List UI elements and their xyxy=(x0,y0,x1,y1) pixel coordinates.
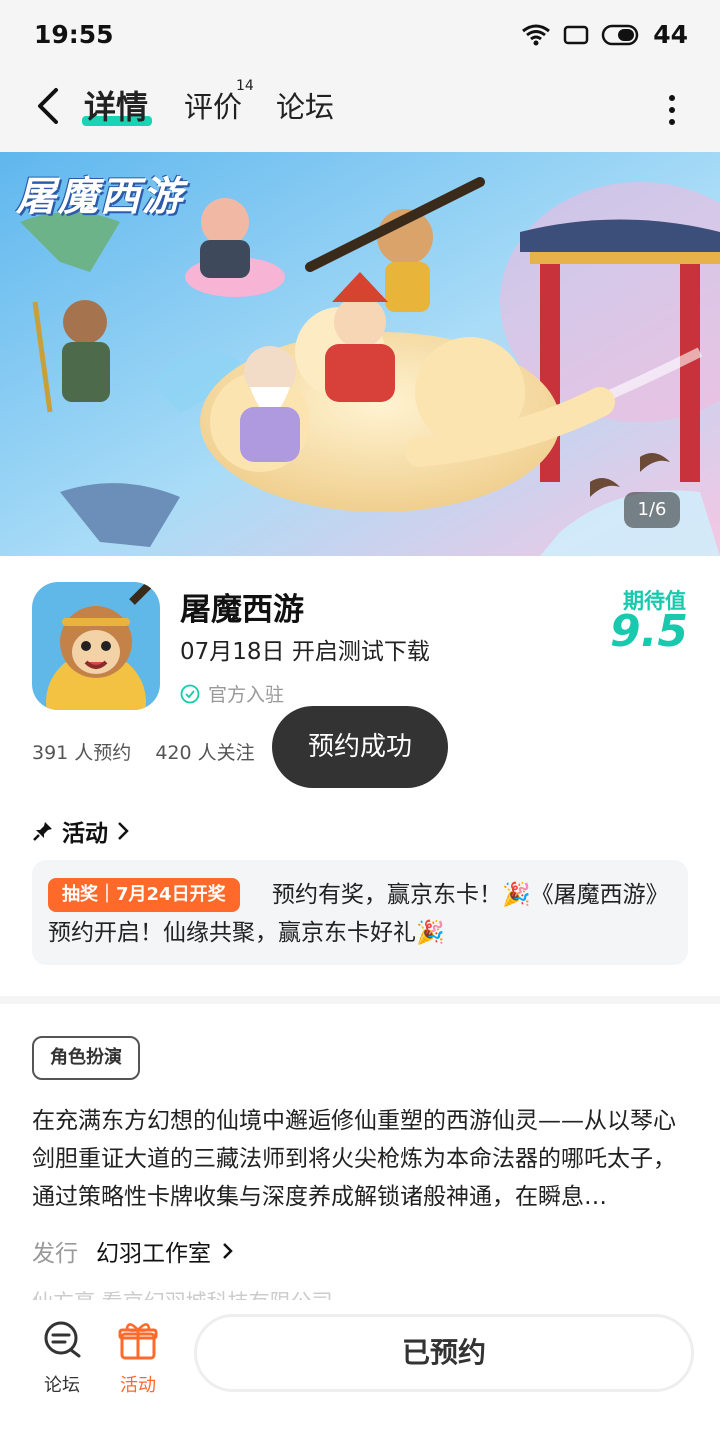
reservation-count: 391 人预约 xyxy=(32,742,132,764)
verified-badge: 官方入驻 xyxy=(180,680,284,707)
publisher-row[interactable]: 发行 幻羽工作室 xyxy=(32,1234,237,1268)
tab-forum[interactable]: 论坛 xyxy=(276,84,334,126)
genre-tag[interactable]: 角色扮演 xyxy=(32,1036,140,1080)
lottery-tag: 抽奖｜7月24日开奖 xyxy=(48,878,240,912)
top-nav: 详情 评价 14 论坛 xyxy=(0,70,720,152)
activity-card[interactable]: 预约有奖，赢京东卡！🎉《屠魔西游》预约开启！仙缘共聚，赢京东卡好礼🎉 抽奖｜7月… xyxy=(32,860,688,965)
verified-check-icon xyxy=(180,684,200,703)
activity-button[interactable]: 活动 xyxy=(103,1320,173,1397)
success-toast: 预约成功 xyxy=(272,706,448,788)
app-stats: 391 人预约 420 人关注 xyxy=(32,738,255,765)
more-vertical-icon[interactable] xyxy=(662,90,682,130)
pin-icon xyxy=(33,822,52,841)
status-time: 19:55 xyxy=(34,20,114,49)
battery-level: 44 xyxy=(653,20,688,49)
forum-button[interactable]: 论坛 xyxy=(27,1320,97,1397)
bottom-action-bar: 论坛 活动 已预约 xyxy=(0,1300,720,1440)
battery-icon xyxy=(601,24,639,45)
gift-icon xyxy=(118,1323,158,1360)
reserved-button[interactable]: 已预约 xyxy=(194,1314,694,1392)
section-divider xyxy=(0,996,720,1004)
activity-label: 活动 xyxy=(120,1375,156,1396)
wifi-icon xyxy=(522,24,551,45)
app-name: 屠魔西游 xyxy=(180,592,304,628)
release-date: 07月18日 开启测试下载 xyxy=(180,639,430,665)
publisher-label: 发行 xyxy=(32,1241,78,1267)
chat-icon xyxy=(44,1321,81,1358)
tab-details[interactable]: 详情 xyxy=(84,82,148,128)
back-arrow-icon[interactable] xyxy=(30,84,70,128)
screen-icon xyxy=(563,25,589,44)
game-description[interactable]: 在充满东方幻想的仙境中邂逅修仙重塑的西游仙灵——从以琴心剑胆重证大道的三藏法师到… xyxy=(32,1102,688,1216)
publisher-name: 幻羽工作室 xyxy=(96,1241,211,1267)
forum-label: 论坛 xyxy=(44,1375,80,1396)
banner-page-counter: 1/6 xyxy=(624,492,680,528)
activity-title: 活动 xyxy=(62,821,108,847)
tab-reviews[interactable]: 评价 xyxy=(184,84,242,126)
status-bar: 19:55 44 xyxy=(0,0,720,70)
app-icon xyxy=(32,582,160,710)
developer-row-faded: 仙方亭 看京幻羽城科技有限公司 xyxy=(32,1286,333,1300)
chevron-right-icon xyxy=(223,1243,233,1259)
follower-count: 420 人关注 xyxy=(155,742,255,764)
banner-game-logo: 屠魔西游 xyxy=(16,174,184,220)
chevron-right-icon xyxy=(118,822,129,840)
status-icons: 44 xyxy=(521,20,688,49)
verified-label: 官方入驻 xyxy=(208,684,285,706)
expectation-score: 9.5 xyxy=(610,606,688,657)
banner-carousel[interactable]: 屠魔西游 1/6 xyxy=(0,152,720,556)
activity-section-header[interactable]: 活动 xyxy=(32,814,130,848)
reviews-count-badge: 14 xyxy=(236,78,254,94)
